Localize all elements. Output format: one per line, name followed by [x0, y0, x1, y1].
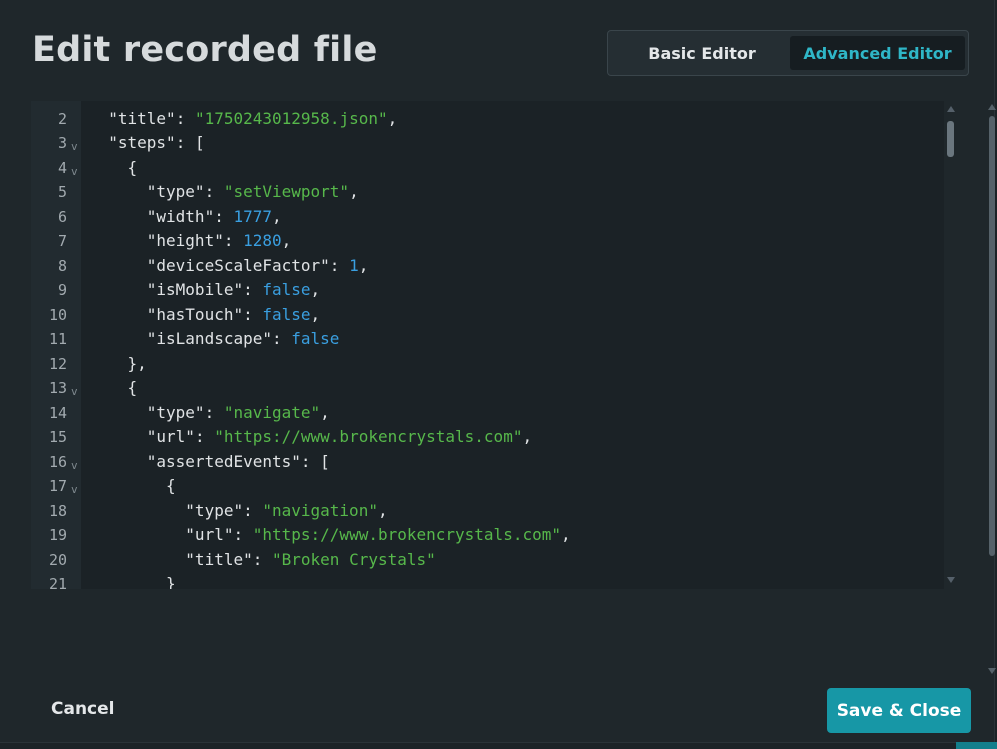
- line-number: 7: [57, 232, 67, 250]
- code-text: "height": 1280,: [146, 231, 292, 250]
- line-number: 18: [48, 501, 67, 520]
- line-number: 8: [57, 256, 67, 275]
- code-line: 12},: [31, 352, 958, 377]
- tab-basic-editor[interactable]: Basic Editor: [614, 36, 790, 70]
- line-number: 13: [48, 379, 67, 397]
- scroll-down-arrow-icon[interactable]: [947, 577, 955, 583]
- line-number: 6: [57, 207, 67, 226]
- editor-mode-toggle: Basic Editor Advanced Editor: [607, 30, 969, 76]
- code-line: 7 "height": 1280,: [31, 229, 958, 254]
- code-text: {: [127, 378, 138, 397]
- code-text: "title": "Broken Crystals": [185, 549, 436, 569]
- line-number: 3: [57, 134, 67, 152]
- line-number: 14: [48, 403, 67, 422]
- line-number: 10: [48, 305, 67, 324]
- code-text: "title": "1750243012958.json",: [108, 108, 398, 128]
- line-number: 12: [48, 354, 67, 373]
- code-line: 17 v{: [31, 474, 958, 499]
- code-line: 20 "title": "Broken Crystals": [31, 548, 958, 573]
- code-text: {: [127, 157, 138, 177]
- edit-file-dialog: Edit recorded file Basic Editor Advanced…: [0, 0, 995, 743]
- code-editor[interactable]: 2 "title": "1750243012958.json", 3 v "steps"…: [31, 101, 958, 589]
- line-number: 20: [48, 550, 67, 569]
- dialog-scrollbar[interactable]: [987, 100, 997, 676]
- code-text: "assertedEvents": [: [146, 451, 330, 471]
- editor-scrollbar[interactable]: [944, 101, 958, 589]
- line-number: 11: [48, 330, 67, 348]
- code-line: 19 "url": "https://www.brokencrystals.com…: [31, 523, 958, 548]
- corner-accent: [956, 742, 997, 749]
- dialog-scroll-up-icon[interactable]: [988, 104, 996, 110]
- line-number: 5: [57, 183, 67, 201]
- code-text: "steps": [: [108, 133, 205, 152]
- line-number: 17: [48, 477, 67, 495]
- code-line: 4 v{: [31, 156, 958, 181]
- code-line: 21}: [31, 572, 958, 589]
- code-line: 11 "isLandscape": false: [31, 327, 958, 352]
- code-line: 5 "type": "setViewport",: [31, 180, 958, 205]
- dialog-scroll-down-icon[interactable]: [988, 668, 996, 674]
- line-number: 15: [48, 428, 67, 446]
- code-line: 18 "type": "navigation",: [31, 499, 958, 524]
- scroll-up-arrow-icon[interactable]: [947, 106, 955, 112]
- line-number: 4: [57, 158, 67, 177]
- line-number: 21: [48, 575, 67, 589]
- code-line: 10 "hasTouch": false,: [31, 303, 958, 328]
- code-text: "isLandscape": false: [146, 329, 340, 348]
- line-number: 19: [48, 526, 67, 544]
- code-line: 3 v "steps": [: [31, 131, 958, 156]
- line-number: 9: [57, 281, 67, 299]
- code-text: "type": "navigate",: [146, 402, 330, 422]
- code-line: 13 v{: [31, 376, 958, 401]
- code-line: 15 "url": "https://www.brokencrystals.com…: [31, 425, 958, 450]
- code-line: 2 "title": "1750243012958.json",: [31, 107, 958, 132]
- code-line: 8 "deviceScaleFactor": 1,: [31, 254, 958, 279]
- code-line: 16 v "assertedEvents": [: [31, 450, 958, 475]
- line-number: 16: [48, 452, 67, 471]
- cancel-button[interactable]: Cancel: [51, 699, 114, 719]
- code-text: },: [127, 353, 147, 373]
- code-text: "url": "https://www.brokencrystals.com",: [146, 427, 533, 446]
- code-text: "type": "navigation",: [185, 500, 388, 520]
- code-line: 6 "width": 1777,: [31, 205, 958, 230]
- dialog-title: Edit recorded file: [32, 30, 378, 70]
- code-text: "width": 1777,: [146, 206, 282, 226]
- code-line: 14 "type": "navigate",: [31, 401, 958, 426]
- code-text: "hasTouch": false,: [146, 304, 321, 324]
- code-text: {: [166, 476, 176, 495]
- code-text: "isMobile": false,: [146, 280, 321, 299]
- code-text: "deviceScaleFactor": 1,: [146, 255, 369, 275]
- dialog-scrollbar-thumb[interactable]: [989, 116, 995, 556]
- code-text: "type": "setViewport",: [146, 182, 359, 201]
- editor-scrollbar-thumb[interactable]: [947, 121, 954, 157]
- line-number: 2: [57, 109, 67, 128]
- code-line: 9 "isMobile": false,: [31, 278, 958, 303]
- tab-advanced-editor[interactable]: Advanced Editor: [790, 36, 965, 70]
- code-text: }: [166, 574, 176, 589]
- save-close-button[interactable]: Save & Close: [827, 688, 971, 733]
- code-text: "url": "https://www.brokencrystals.com",: [185, 525, 571, 544]
